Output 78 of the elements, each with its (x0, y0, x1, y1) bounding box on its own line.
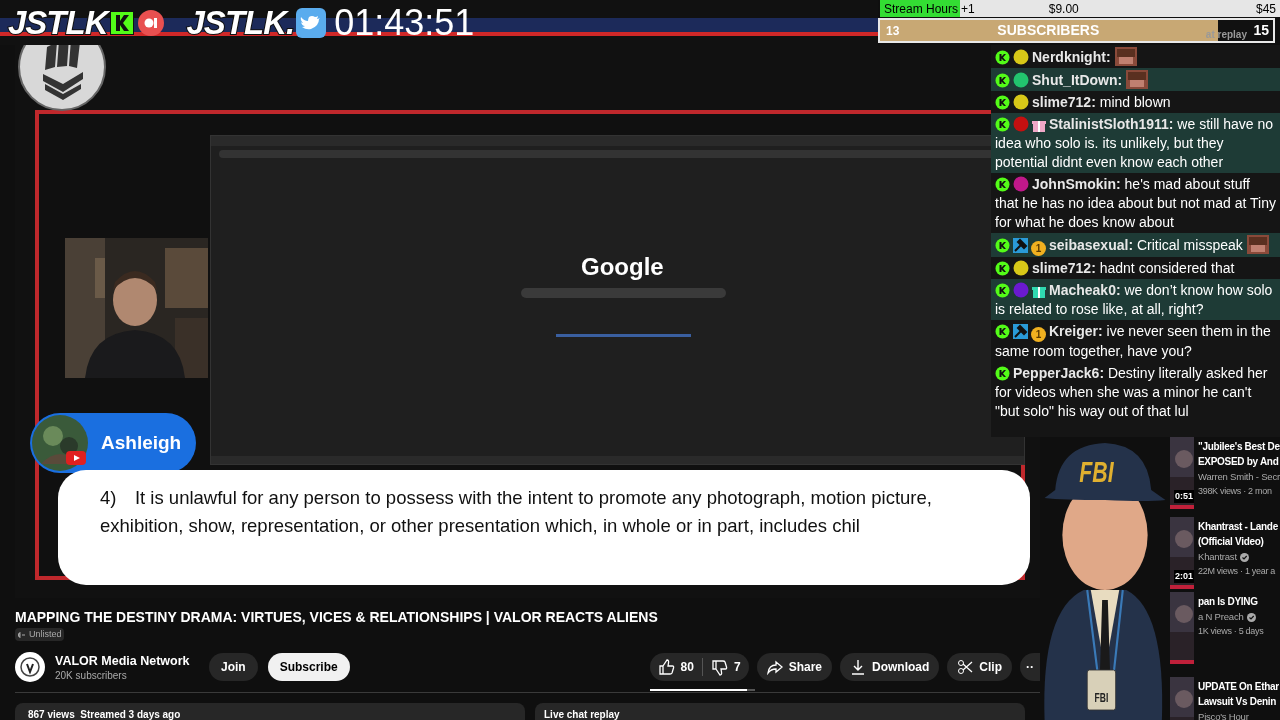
id-badge-label: FBI (1094, 691, 1109, 705)
video-title[interactable]: Khantrast - Lande (1198, 519, 1278, 534)
scissors-icon (957, 659, 974, 675)
video-title[interactable]: (Official Video) (1198, 534, 1278, 549)
goal-label: Stream Hours (884, 0, 959, 18)
orb-badge-icon (1013, 282, 1029, 298)
channel-logo-text: JSTLK (8, 5, 108, 41)
orb-badge-icon (1013, 116, 1029, 132)
cap-label: FBI (1079, 454, 1114, 489)
channel-name[interactable]: a N Preach (1198, 610, 1244, 624)
caption-text: 4) It is unlawful for any person to possess with the intent to promote any photograph, motion picture, exhibition, show, representation, or other presentation which, in whole or in part, includes chil (100, 486, 933, 538)
kick-badge-icon (995, 283, 1010, 298)
view-count: 1K views · 5 days (1198, 625, 1264, 638)
kick-badge-icon (995, 50, 1010, 65)
chat-message: Macheak0: we don’t know how solo is related to rose like, at all, right? (991, 279, 1280, 320)
google-logo: Google (581, 252, 664, 282)
subscribe-button[interactable]: Subscribe (267, 653, 350, 681)
orb-badge-icon (1013, 94, 1029, 110)
more-button[interactable]: ·· (1020, 653, 1040, 681)
kick-badge-icon (995, 117, 1010, 132)
goal-target: $45 (1255, 0, 1276, 18)
kick-badge-icon (995, 73, 1010, 88)
kick-badge-icon (995, 95, 1010, 110)
thumbs-down-icon (710, 658, 728, 676)
tier-badge: 1 (1031, 241, 1046, 256)
video-title: MAPPING THE DESTINY DRAMA: VIRTUES, VICES & RELATIONSHIPS | VALOR REACTS ALIENS (15, 608, 659, 627)
chat-message: 1 seibasexual: Critical misspeak (991, 233, 1280, 257)
share-button[interactable]: Share (756, 653, 832, 681)
guest-name: Ashleigh (101, 430, 182, 455)
orb-badge-icon (1013, 49, 1029, 65)
twitter-bird-icon (296, 8, 327, 38)
subscriber-goal-label: SUBSCRIBERS (997, 21, 1100, 40)
channel-name[interactable]: Pisco's Hour (1198, 710, 1249, 720)
kick-badge-icon (995, 324, 1010, 339)
live-chat-replay-button[interactable]: Live chat replay (535, 703, 1025, 720)
kick-badge-icon (995, 177, 1010, 192)
kick-badge-icon (995, 366, 1010, 381)
dislike-button[interactable]: 7 (702, 653, 749, 681)
gift-icon (1032, 284, 1046, 298)
video-title[interactable]: EXPOSED by And (1198, 454, 1280, 469)
kick-badge-icon (995, 238, 1010, 253)
goal-increment: +1 (961, 0, 975, 18)
channel-avatar-icon[interactable] (15, 652, 45, 682)
subscriber-goal-target: 15 (1253, 21, 1269, 40)
like-button[interactable]: 80 (649, 653, 702, 681)
orb-badge-icon (1013, 176, 1029, 192)
view-count: 22M views · 1 year a (1198, 565, 1277, 578)
channel-name[interactable]: VALOR Media Network (55, 652, 205, 669)
subscriber-count: 13 (886, 22, 900, 40)
chat-message: Shut_ItDown: (991, 68, 1280, 91)
kick-badge-icon (995, 261, 1010, 276)
patreon-logo-icon (136, 9, 165, 37)
share-arrow-icon (766, 659, 783, 675)
video-title[interactable]: UPDATE On Ethar (1198, 679, 1279, 694)
goal-amount: $9.00 (1048, 0, 1079, 18)
orb-badge-icon (1013, 72, 1029, 88)
subscriber-count: 20K subscribers (55, 668, 128, 682)
hammer-icon (1013, 238, 1028, 253)
video-title[interactable]: Lawsuit Vs Denin (1198, 694, 1279, 709)
visibility-label: Unlisted (29, 627, 62, 641)
orb-badge-icon (1013, 260, 1029, 276)
join-button[interactable]: Join (209, 653, 258, 681)
hammer-icon (1013, 324, 1028, 339)
channel-logo-text: JSTLK. (186, 5, 295, 41)
thumbs-up-icon (657, 659, 675, 675)
clip-button[interactable]: Clip (947, 653, 1012, 681)
download-button[interactable]: Download (840, 653, 940, 681)
video-title[interactable]: "Jubilee's Best De (1198, 439, 1280, 454)
tier-badge: 1 (1031, 327, 1046, 342)
channel-name[interactable]: Warren Smith - Secr (1198, 470, 1280, 484)
gift-icon (1032, 118, 1046, 132)
description-box: 867 views Streamed 3 days ago (15, 703, 525, 720)
youtube-icon (66, 451, 86, 465)
kick-logo-icon (109, 11, 134, 35)
view-count: 398K views · 2 mon (1198, 485, 1273, 498)
channel-name[interactable]: Khantrast (1198, 550, 1237, 564)
video-title[interactable]: pan Is DYING (1198, 594, 1264, 609)
download-icon (850, 659, 866, 675)
